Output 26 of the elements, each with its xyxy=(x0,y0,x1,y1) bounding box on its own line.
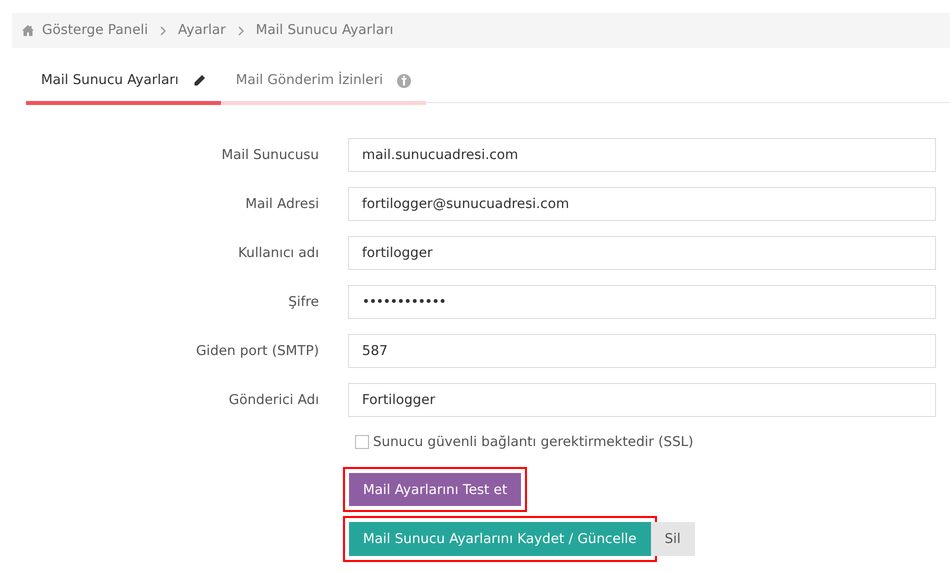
field-label: Mail Adresi xyxy=(244,194,319,214)
breadcrumb-link[interactable]: Gösterge Paneli xyxy=(42,20,148,41)
home-icon xyxy=(22,25,34,36)
password-field[interactable]: •••••••••••• xyxy=(348,285,936,319)
field-label: Giden port (SMTP) xyxy=(194,342,319,361)
test-button[interactable]: Mail Ayarlarını Test et xyxy=(349,473,522,506)
tab[interactable]: Mail Sunucu Ayarları xyxy=(26,60,221,105)
input-field[interactable]: 587 xyxy=(348,334,936,368)
field-label: Kullanıcı adı xyxy=(237,244,319,263)
chevron-icon xyxy=(160,26,166,36)
tab[interactable]: Mail Gönderim İzinleri xyxy=(220,60,426,105)
input-field[interactable]: mail.sunucuadresi.com xyxy=(348,138,936,172)
input-field[interactable]: fortilogger@sunucuadresi.com xyxy=(348,187,936,221)
field-label: Mail Sunucusu xyxy=(220,146,319,165)
breadcrumb-link[interactable]: Ayarlar xyxy=(178,20,226,41)
delete-button[interactable]: Sil xyxy=(650,522,695,556)
breadcrumb-current: Mail Sunucu Ayarları xyxy=(256,21,394,40)
ssl-label: Sunucu güvenli bağlantı gerektirmektedir (SSL) xyxy=(373,433,694,452)
info-icon xyxy=(397,74,412,88)
field-label: Gönderici Adı xyxy=(228,390,319,410)
input-field[interactable]: Fortilogger xyxy=(348,383,936,417)
field-label: Şifre xyxy=(287,292,319,312)
ssl-checkbox[interactable] xyxy=(355,435,369,450)
chevron-icon xyxy=(238,26,244,36)
input-field[interactable]: fortilogger xyxy=(348,236,936,270)
pencil-icon xyxy=(192,74,206,87)
